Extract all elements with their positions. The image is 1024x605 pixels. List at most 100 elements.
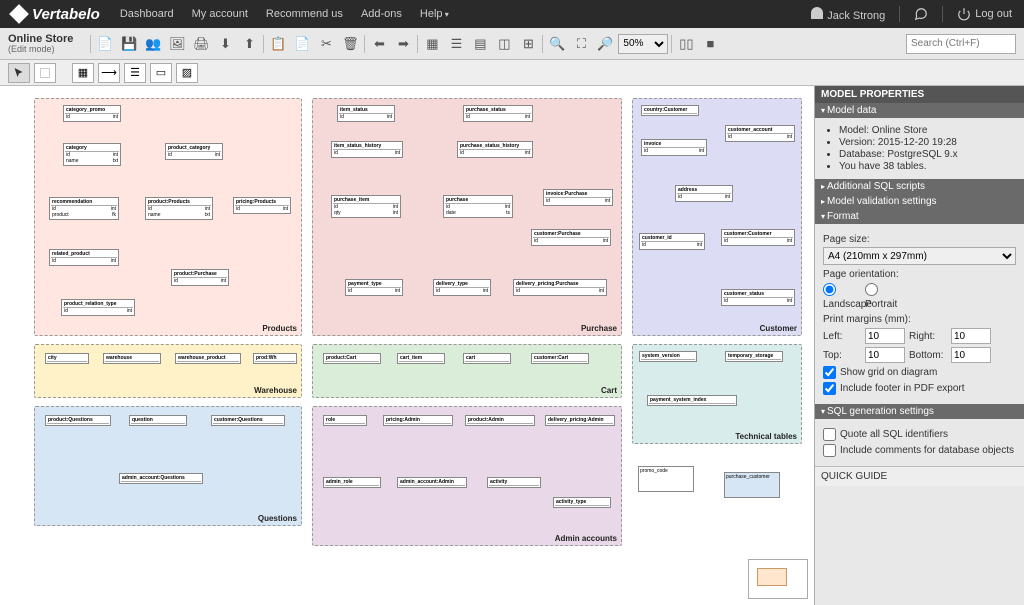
properties-sidebar: MODEL PROPERTIES Model data Model: Onlin… — [814, 86, 1024, 605]
main-area: Products category_promoidint categoryidi… — [0, 86, 1024, 605]
separator — [263, 35, 264, 53]
group-label: Warehouse — [254, 386, 297, 395]
chat-icon[interactable] — [914, 7, 928, 21]
zoom-fit-icon[interactable]: ⛶ — [570, 33, 592, 55]
toolbar-group-edit: 📋 📄 ✂ 🗑 — [267, 33, 361, 55]
section-format[interactable]: Format — [815, 209, 1024, 224]
import-sql-icon[interactable]: ⬆ — [238, 33, 260, 55]
main-toolbar: Online Store (Edit mode) 📄 💾 👥 🖼 🖨 ⬇ ⬆ 📋… — [0, 28, 1024, 60]
user-link[interactable]: Jack Strong — [811, 7, 885, 22]
arrange-icon[interactable]: ◫ — [493, 33, 515, 55]
separator — [417, 35, 418, 53]
group-products[interactable]: Products category_promoidint categoryidi… — [34, 98, 302, 336]
reference-tool[interactable]: ⟶ — [98, 63, 120, 83]
separator — [542, 35, 543, 53]
nav-recommend[interactable]: Recommend us — [266, 8, 343, 20]
cut-icon[interactable]: ✂ — [315, 33, 337, 55]
prop-version: Version: 2015-12-20 19:28 — [839, 137, 1016, 148]
margins-label: Print margins (mm): — [823, 314, 1016, 325]
minimap[interactable] — [748, 559, 808, 599]
nav-my-account[interactable]: My account — [192, 8, 248, 20]
zoom-select[interactable]: 50% — [618, 34, 668, 54]
group-questions[interactable]: Questions product:Questions question cus… — [34, 406, 302, 526]
distribute-icon[interactable]: ⊞ — [517, 33, 539, 55]
view-tool[interactable]: ☰ — [124, 63, 146, 83]
margin-top-label: Top: — [823, 350, 861, 361]
paste-icon[interactable]: 📄 — [291, 33, 313, 55]
section-sql-scripts[interactable]: Additional SQL scripts — [815, 179, 1024, 194]
toolbar-group-align: ▦ ☰ ▤ ◫ ⊞ — [421, 33, 539, 55]
quick-guide-header[interactable]: QUICK GUIDE — [815, 466, 1024, 486]
loose-table[interactable]: promo_code — [638, 466, 694, 492]
area-tool[interactable]: ▨ — [176, 63, 198, 83]
radio-landscape[interactable]: Landscape — [823, 283, 861, 310]
divider — [942, 6, 943, 22]
model-title: Online Store (Edit mode) — [8, 33, 73, 55]
separator — [671, 35, 672, 53]
align-left-icon[interactable]: ▦ — [421, 33, 443, 55]
group-label: Admin accounts — [555, 534, 617, 543]
save-icon[interactable]: 💾 — [118, 33, 140, 55]
group-customer[interactable]: Customer country:Customer customer_accou… — [632, 98, 802, 336]
share-icon[interactable]: 👥 — [142, 33, 164, 55]
delete-icon[interactable]: 🗑 — [339, 33, 361, 55]
loose-table[interactable]: purchase_customer — [724, 472, 780, 498]
print-icon[interactable]: 🖨 — [190, 33, 212, 55]
group-purchase[interactable]: Purchase item_statusidint purchase_statu… — [312, 98, 622, 336]
select-tool[interactable] — [34, 63, 56, 83]
view-mode-1-icon[interactable]: ▯▯ — [675, 33, 697, 55]
show-grid-checkbox[interactable]: Show grid on diagram — [823, 366, 1016, 379]
copy-icon[interactable]: 📋 — [267, 33, 289, 55]
pointer-tool[interactable] — [8, 63, 30, 83]
undo-icon[interactable]: ⬅ — [368, 33, 390, 55]
export-png-icon[interactable]: 🖼 — [166, 33, 188, 55]
margin-bottom-label: Bottom: — [909, 350, 947, 361]
margin-bottom-input[interactable] — [951, 347, 991, 363]
section-model-data[interactable]: Model data — [815, 103, 1024, 118]
zoom-out-icon[interactable]: 🔍 — [546, 33, 568, 55]
view-mode-2-icon[interactable]: ■ — [699, 33, 721, 55]
align-center-icon[interactable]: ☰ — [445, 33, 467, 55]
quick-guide-body — [815, 486, 1024, 605]
page-size-select[interactable]: A4 (210mm x 297mm) — [823, 247, 1016, 265]
logo[interactable]: Vertabelo — [12, 6, 100, 23]
search-input[interactable] — [906, 34, 1016, 54]
prop-model: Model: Online Store — [839, 125, 1016, 136]
toolbar-group-zoom: 🔍 ⛶ 🔎 50% — [546, 33, 668, 55]
group-label: Customer — [760, 324, 797, 333]
redo-icon[interactable]: ➡ — [392, 33, 414, 55]
margin-top-input[interactable] — [865, 347, 905, 363]
format-body: Page size: A4 (210mm x 297mm) Page orien… — [815, 224, 1024, 404]
margin-left-input[interactable] — [865, 328, 905, 344]
group-admin[interactable]: Admin accounts role pricing:Admin produc… — [312, 406, 622, 546]
section-validation[interactable]: Model validation settings — [815, 194, 1024, 209]
include-footer-checkbox[interactable]: Include footer in PDF export — [823, 382, 1016, 395]
group-warehouse[interactable]: Warehouse city warehouse warehouse_produ… — [34, 344, 302, 398]
logout-link[interactable]: Log out — [957, 7, 1012, 21]
group-label: Cart — [601, 386, 617, 395]
logout-label: Log out — [975, 8, 1012, 20]
radio-portrait[interactable]: Portrait — [865, 283, 903, 310]
model-name: Online Store — [8, 33, 73, 45]
nav-help[interactable]: Help — [420, 8, 449, 20]
include-comments-checkbox[interactable]: Include comments for database objects — [823, 444, 1016, 457]
separator — [364, 35, 365, 53]
group-cart[interactable]: Cart product:Cart cart_item cart custome… — [312, 344, 622, 398]
align-right-icon[interactable]: ▤ — [469, 33, 491, 55]
new-icon[interactable]: 📄 — [94, 33, 116, 55]
table-tool[interactable]: ▦ — [72, 63, 94, 83]
note-tool[interactable]: ▭ — [150, 63, 172, 83]
group-technical[interactable]: Technical tables system_version temporar… — [632, 344, 802, 444]
margin-right-label: Right: — [909, 331, 947, 342]
margin-right-input[interactable] — [951, 328, 991, 344]
quote-identifiers-checkbox[interactable]: Quote all SQL identifiers — [823, 428, 1016, 441]
section-sql-gen[interactable]: SQL generation settings — [815, 404, 1024, 419]
zoom-in-icon[interactable]: 🔎 — [594, 33, 616, 55]
export-sql-icon[interactable]: ⬇ — [214, 33, 236, 55]
nav-addons[interactable]: Add-ons — [361, 8, 402, 20]
sidebar-title: MODEL PROPERTIES — [815, 86, 1024, 103]
nav-links: Dashboard My account Recommend us Add-on… — [120, 8, 811, 20]
prop-tables: You have 38 tables. — [839, 161, 1016, 172]
nav-dashboard[interactable]: Dashboard — [120, 8, 174, 20]
diagram-canvas[interactable]: Products category_promoidint categoryidi… — [0, 86, 814, 605]
